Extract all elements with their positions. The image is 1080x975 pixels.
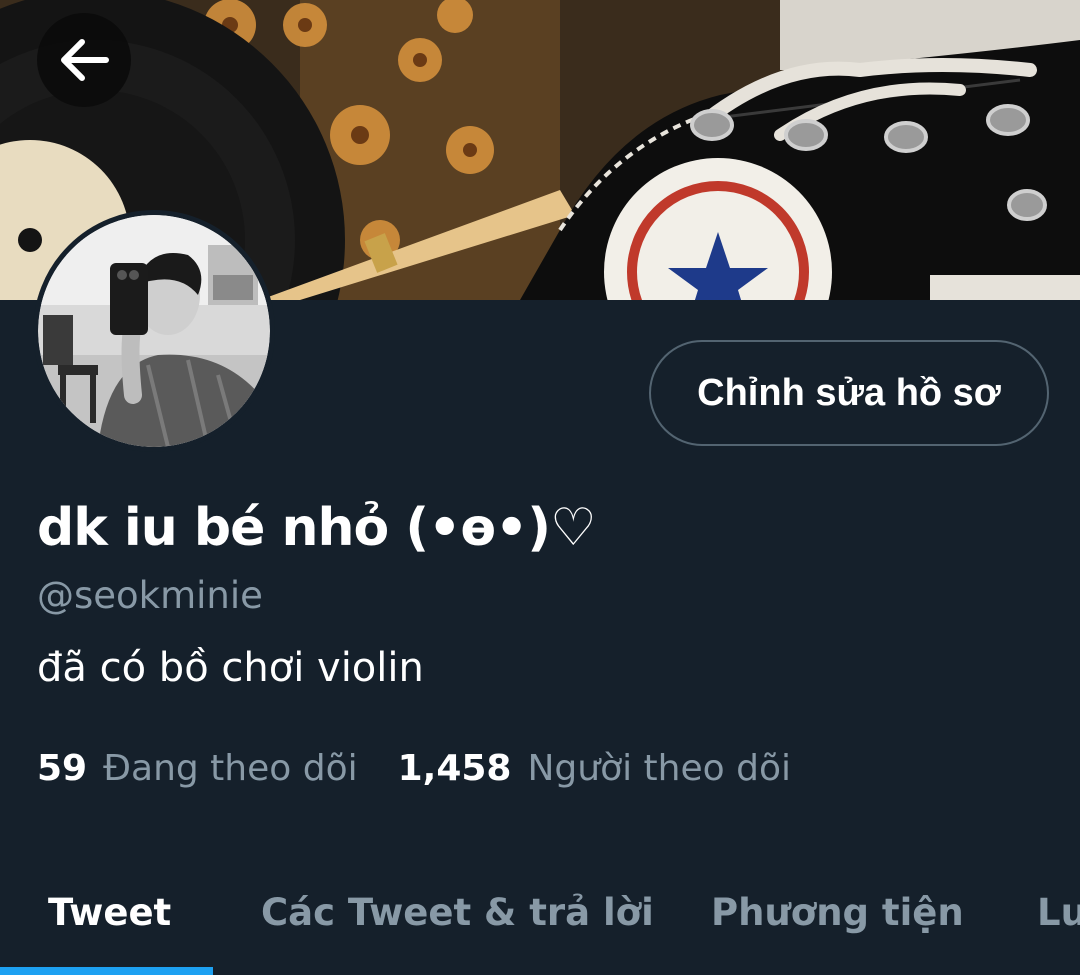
following-link[interactable]: 59 Đang theo dõi (37, 748, 358, 789)
profile-handle: @seokminie (37, 574, 263, 617)
edit-profile-button[interactable]: Chỉnh sửa hồ sơ (649, 340, 1049, 446)
follow-stats: 59 Đang theo dõi 1,458 Người theo dõi (37, 748, 791, 789)
back-button[interactable] (37, 13, 131, 107)
profile-page: Chỉnh sửa hồ sơ dk iu bé nhỏ (•ɵ•)♡ @seo… (0, 0, 1080, 975)
following-label: Đang theo dõi (103, 748, 358, 789)
display-name: dk iu bé nhỏ (•ɵ•)♡ (37, 498, 597, 558)
tab-likes[interactable]: Lu (1037, 850, 1080, 975)
active-tab-indicator (0, 967, 213, 975)
profile-tabs: Tweet Các Tweet & trả lời Phương tiện Lu (0, 850, 1080, 975)
followers-count: 1,458 (397, 748, 512, 789)
following-count: 59 (37, 748, 88, 789)
tab-tweets-and-replies[interactable]: Các Tweet & trả lời (261, 850, 654, 975)
followers-link[interactable]: 1,458 Người theo dõi (398, 748, 791, 789)
tab-tweets[interactable]: Tweet (48, 850, 171, 975)
arrow-left-icon (61, 39, 109, 81)
followers-label: Người theo dõi (527, 748, 791, 789)
tab-media[interactable]: Phương tiện (711, 850, 964, 975)
avatar-image (38, 215, 270, 447)
profile-bio: đã có bồ chơi violin (37, 645, 424, 691)
avatar[interactable] (33, 210, 275, 452)
